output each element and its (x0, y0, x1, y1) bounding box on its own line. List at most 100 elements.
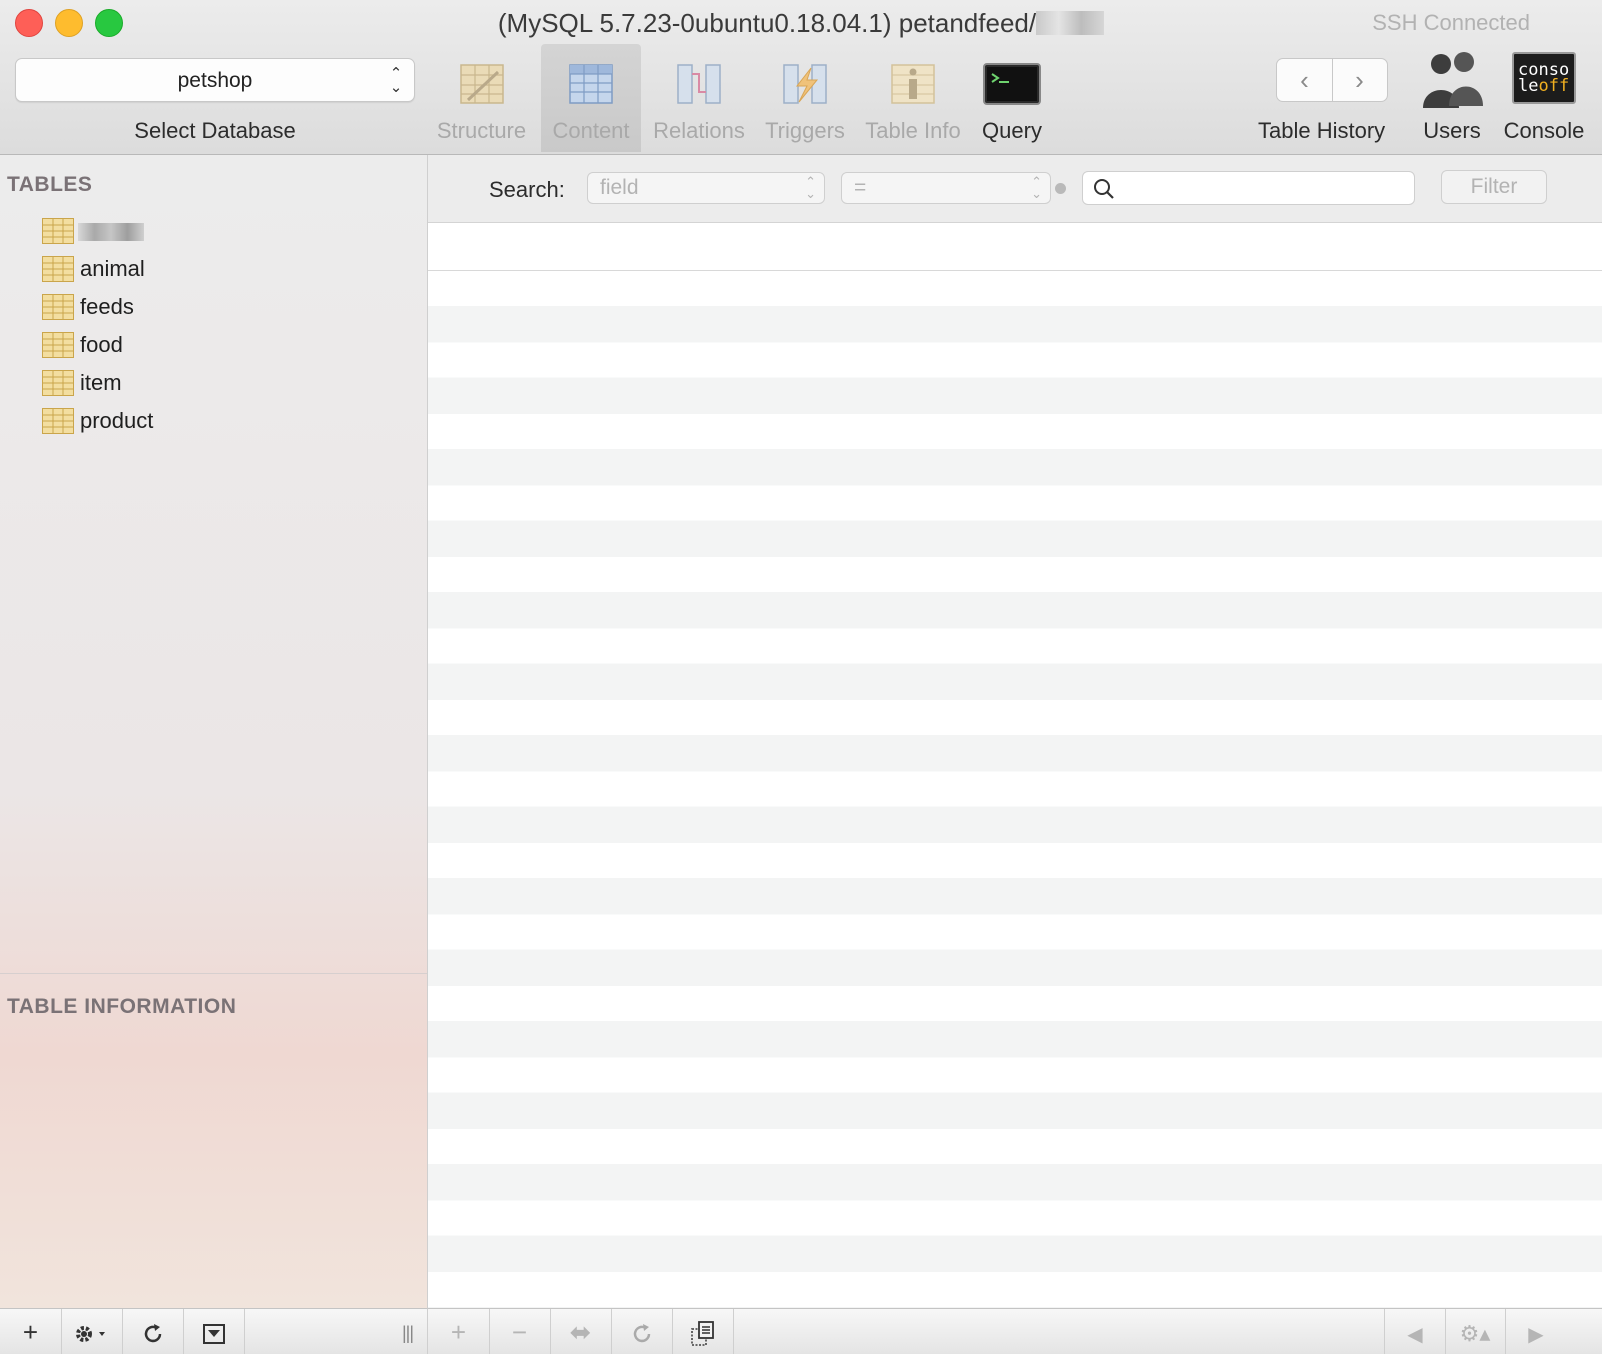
table-icon (42, 256, 74, 282)
sidebar-divider[interactable] (0, 973, 427, 974)
table-icon (42, 332, 74, 358)
relations-label: Relations (653, 118, 745, 143)
duplicate-row-button[interactable]: ⬌ (550, 1309, 612, 1354)
up-down-chevron-icon: ⌃ ⌄ (805, 174, 816, 201)
refresh-tables-button[interactable] (122, 1309, 184, 1354)
pagination-settings-button[interactable]: ⚙▴ (1445, 1309, 1506, 1354)
window-title: (MySQL 5.7.23-0ubuntu0.18.04.1) petandfe… (0, 8, 1602, 39)
table-information-header: TABLE INFORMATION (7, 995, 237, 1018)
table-name: product (80, 408, 154, 433)
structure-label: Structure (436, 118, 527, 143)
plus-icon: + (450, 1317, 467, 1347)
table-item-animal[interactable]: animal (42, 253, 382, 285)
table-history-label: Table History (1258, 118, 1386, 143)
content-label: Content (552, 118, 630, 143)
title-toolbar: (MySQL 5.7.23-0ubuntu0.18.04.1) petandfe… (0, 0, 1602, 155)
content-tab-button[interactable]: Content (541, 44, 641, 152)
next-page-button[interactable]: ▶ (1506, 1309, 1566, 1354)
search-field-value: field (600, 176, 639, 199)
select-database-label: Select Database (134, 118, 296, 143)
search-operator-select[interactable]: = ⌃ ⌄ (841, 172, 1051, 204)
sidebar-bottom-bar: + ||| (0, 1308, 428, 1354)
table-item[interactable] (42, 215, 382, 247)
app-window: (MySQL 5.7.23-0ubuntu0.18.04.1) petandfe… (0, 0, 1602, 1354)
table-filter-button[interactable] (183, 1309, 245, 1354)
database-select[interactable]: petshop ⌃ ⌄ (15, 58, 415, 102)
relations-icon (677, 64, 721, 104)
users-icon (1423, 52, 1483, 108)
search-bar: Search: field ⌃ ⌄ = ⌃ ⌄ Filter (428, 155, 1602, 223)
tables-header: TABLES (7, 173, 93, 196)
console-icon: conso leoff (1512, 52, 1576, 104)
table-item-product[interactable]: product (42, 405, 382, 437)
chevron-right-icon: › (1355, 65, 1364, 95)
table-info-label: Table Info (865, 118, 961, 143)
sidebar: TABLES animal feeds food item product TA… (0, 155, 428, 1308)
add-row-button[interactable]: + (428, 1309, 490, 1354)
add-table-button[interactable]: + (0, 1309, 62, 1354)
structure-icon (459, 64, 504, 104)
search-input[interactable] (1082, 171, 1415, 205)
search-operator-value: = (854, 176, 867, 199)
table-icon (42, 294, 74, 320)
history-back-button[interactable]: ‹ (1277, 59, 1333, 101)
redacted-table-name (78, 223, 144, 241)
users-button[interactable]: Users (1414, 44, 1490, 152)
table-actions-button[interactable] (61, 1309, 123, 1354)
table-info-icon (891, 64, 935, 104)
table-icon (42, 408, 74, 434)
history-forward-button[interactable]: › (1332, 59, 1387, 101)
refresh-icon (633, 1324, 650, 1343)
chevron-left-icon: ‹ (1300, 65, 1309, 95)
content-bottom-bar: + − ⬌ ◀ ⚙▴ ▶ (428, 1308, 1602, 1354)
redacted-host (1036, 11, 1105, 35)
relations-tab-button[interactable]: Relations (645, 44, 753, 152)
content-grid[interactable] (428, 223, 1602, 1308)
query-label: Query (982, 118, 1042, 143)
triggers-tab-button[interactable]: Triggers (757, 44, 853, 152)
console-button[interactable]: conso leoff Console (1494, 44, 1594, 152)
window-title-text: (MySQL 5.7.23-0ubuntu0.18.04.1) petandfe… (497, 8, 1037, 38)
filter-button[interactable]: Filter (1441, 170, 1547, 204)
up-down-chevron-icon: ⌃ ⌄ (1031, 174, 1042, 201)
search-field-select[interactable]: field ⌃ ⌄ (587, 172, 825, 204)
plus-icon: + (22, 1317, 39, 1347)
table-item-food[interactable]: food (42, 329, 382, 361)
users-label: Users (1423, 118, 1481, 143)
gear-icon: ⚙▴ (1459, 1321, 1491, 1346)
gear-menu-icon (75, 1326, 105, 1343)
search-icon (1094, 179, 1114, 199)
status-dot (1055, 183, 1066, 194)
console-label: Console (1503, 118, 1585, 143)
duplicate-icon: ⬌ (569, 1317, 592, 1347)
copy-icon (690, 1321, 714, 1347)
up-down-chevron-icon: ⌃ ⌄ (389, 65, 403, 96)
content-icon (569, 64, 613, 104)
terminal-icon (983, 63, 1041, 105)
table-name: animal (80, 256, 145, 281)
table-icon (42, 218, 74, 244)
table-item-feeds[interactable]: feeds (42, 291, 382, 323)
table-name: item (80, 370, 122, 395)
database-select-value: petshop (177, 69, 253, 92)
triangle-left-icon: ◀ (1407, 1324, 1423, 1346)
filter-list-icon (202, 1324, 225, 1345)
console-off-text: off (1538, 76, 1570, 96)
copy-rows-button[interactable] (672, 1309, 734, 1354)
triggers-icon (783, 64, 827, 104)
table-history-control: ‹ › (1276, 58, 1388, 102)
splitter-handle-icon[interactable]: ||| (402, 1323, 414, 1344)
structure-tab-button[interactable]: Structure (431, 44, 532, 152)
triangle-right-icon: ▶ (1528, 1324, 1544, 1346)
refresh-icon (144, 1324, 161, 1343)
table-info-tab-button[interactable]: Table Info (858, 44, 968, 152)
table-icon (42, 370, 74, 396)
grid-header (428, 223, 1602, 271)
search-value-input[interactable] (1121, 176, 1405, 202)
table-item-item[interactable]: item (42, 367, 382, 399)
previous-page-button[interactable]: ◀ (1384, 1309, 1446, 1354)
remove-row-button[interactable]: − (489, 1309, 551, 1354)
ssh-status: SSH Connected (1372, 10, 1530, 35)
query-tab-button[interactable]: Query (972, 44, 1052, 152)
refresh-content-button[interactable] (611, 1309, 673, 1354)
